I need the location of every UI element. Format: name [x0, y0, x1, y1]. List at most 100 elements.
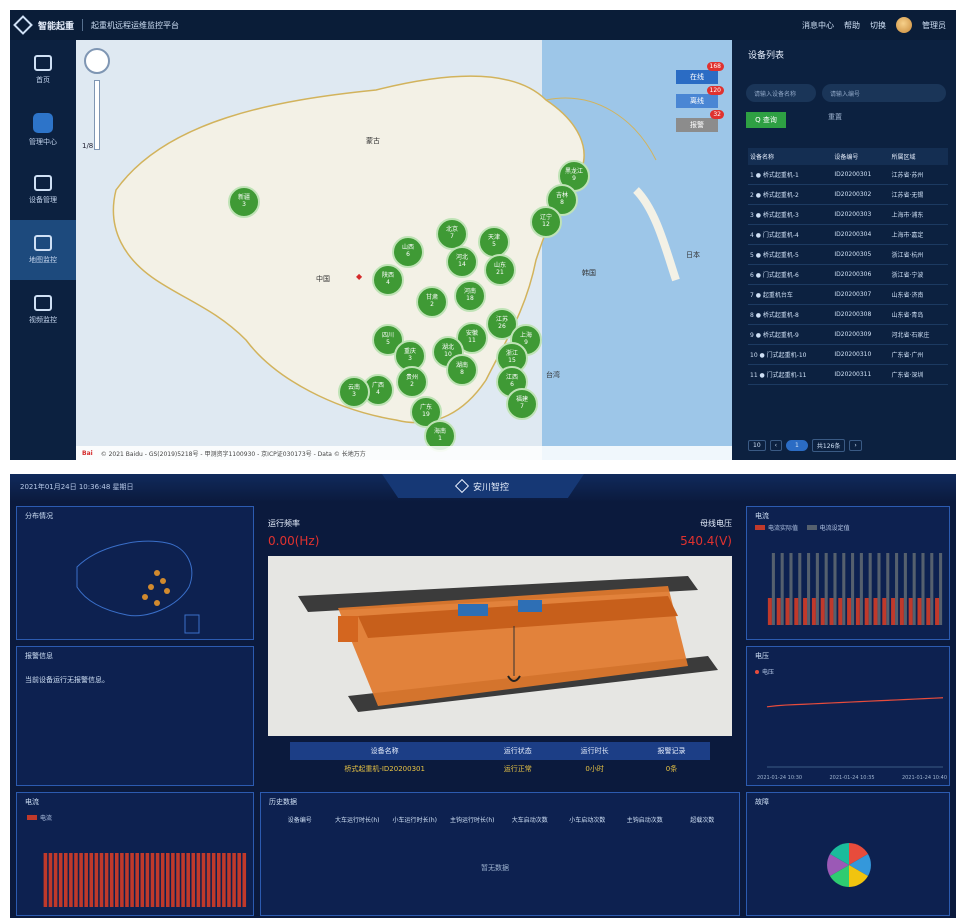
current-bar	[211, 853, 216, 907]
table-row[interactable]: 2 ● 桥式起重机-2 ID20200302 江苏省·无锡	[748, 184, 948, 205]
zoom-control[interactable]: 1/8	[82, 48, 110, 150]
camera-icon	[34, 295, 52, 311]
cluster-marker[interactable]: 山西 6	[392, 236, 424, 268]
cluster-count: 18	[466, 295, 474, 302]
prev-page-button[interactable]: ‹	[769, 440, 783, 451]
cluster-count: 5	[492, 241, 496, 248]
current-bar	[94, 853, 99, 907]
status-table: 设备名称 运行状态 运行时长 报警记录 桥式起重机-ID20200301 运行正…	[290, 742, 710, 778]
nav-item-home[interactable]: 首页	[10, 40, 76, 100]
alarm-message: 当前设备运行无报警信息。	[25, 676, 109, 684]
cluster-count: 5	[386, 339, 390, 346]
actual-bar	[776, 598, 781, 625]
cluster-marker[interactable]: 新疆 3	[228, 186, 260, 218]
legend-label: 在线	[690, 73, 704, 81]
cluster-marker[interactable]: 甘肃 2	[416, 286, 448, 318]
cluster-count: 26	[498, 323, 506, 330]
table-row[interactable]: 8 ● 桥式起重机-8 ID20200308 山东省·青岛	[748, 304, 948, 325]
next-page-button[interactable]: ›	[849, 440, 862, 451]
setpoint-bar	[780, 553, 784, 625]
nav-item-video[interactable]: 视频监控	[10, 280, 76, 340]
legend-online[interactable]: 在线 168	[676, 62, 724, 84]
nav-label: 地图监控	[29, 256, 57, 264]
system-title: 起重机远程运维监控平台	[91, 20, 180, 30]
switch-link[interactable]: 切换	[870, 20, 886, 31]
legend-offline[interactable]: 离线 120	[676, 86, 724, 108]
cluster-count: 2	[430, 301, 434, 308]
cluster-marker[interactable]: 山东 21	[484, 254, 516, 286]
nav-label: 管理中心	[29, 138, 57, 146]
table-row[interactable]: 1 ● 桥式起重机-1 ID20200301 江苏省·苏州	[748, 165, 948, 185]
setpoint-bar	[903, 553, 907, 625]
brand-name: 智能起重	[38, 21, 75, 32]
top-screen: 智能起重 起重机远程运维监控平台 消息中心 帮助 切换 管理员 首页 管理中心 …	[10, 10, 956, 460]
user-avatar[interactable]	[896, 17, 912, 33]
cluster-marker[interactable]: 湖南 8	[446, 354, 478, 386]
map-icon	[34, 235, 52, 251]
current-bar-chart	[43, 853, 247, 907]
zoom-slider[interactable]	[94, 80, 100, 150]
table-row[interactable]: 7 ● 起重机台车 ID20200307 山东省·济南	[748, 284, 948, 305]
setpoint-bar	[833, 553, 837, 625]
mini-map	[76, 540, 200, 634]
table-row[interactable]: 9 ● 桥式起重机-9 ID20200309 河北省·石家庄	[748, 324, 948, 345]
current-card: 电流 电流实际值 电流设定值	[746, 506, 950, 640]
volt-label: 母线电压	[700, 519, 732, 528]
status-value-row: 桥式起重机-ID20200301 运行正常 0小时 0条	[290, 760, 710, 778]
actual-bar	[926, 598, 931, 625]
table-cell: 10 ● 门式起重机-10	[748, 344, 833, 365]
table-row[interactable]: 11 ● 门式起重机-11 ID20200311 广东省·深圳	[748, 364, 948, 385]
table-cell: 5 ● 桥式起重机-5	[748, 244, 833, 265]
cluster-count: 11	[468, 337, 476, 344]
setpoint-bar	[842, 553, 846, 625]
table-cell: ID20200308	[832, 304, 890, 325]
setpoint-bar	[912, 553, 916, 625]
cluster-marker[interactable]: 云南 3	[338, 376, 370, 408]
help-link[interactable]: 帮助	[844, 20, 860, 31]
actual-bar	[829, 598, 834, 625]
pan-control[interactable]	[84, 48, 110, 74]
cluster-marker[interactable]: 福建 7	[506, 388, 538, 420]
page-size-select[interactable]: 10	[748, 440, 766, 451]
cluster-count: 1	[438, 435, 442, 442]
volt-x-axis: 2021-01-24 10:30 2021-01-24 10:35 2021-0…	[757, 775, 947, 781]
current-page[interactable]: 1	[786, 440, 808, 451]
current-bar	[135, 853, 139, 907]
card-title: 报警信息	[25, 652, 53, 660]
cluster-marker[interactable]: 河北 14	[446, 246, 478, 278]
legend-alarm[interactable]: 报警 32	[676, 110, 724, 132]
cluster-marker[interactable]: 河南 18	[454, 280, 486, 312]
map-copyright: © 2021 Baidu - GS(2019)5218号 - 甲测资字11009…	[100, 450, 366, 458]
actual-bar	[811, 598, 816, 625]
device-map[interactable]: 1/8 在线 168 离线 120 报警 32 中国 蒙古 日本 韩国 台湾 ◆ 新疆…	[76, 40, 732, 460]
cluster-marker[interactable]: 天津 5	[478, 226, 510, 258]
status-value: 运行正常	[503, 765, 532, 773]
user-name[interactable]: 管理员	[922, 20, 946, 31]
legend-count: 120	[706, 86, 724, 95]
location-pin-icon[interactable]: ◆	[356, 272, 362, 281]
table-row[interactable]: 5 ● 桥式起重机-5 ID20200305 浙江省·杭州	[748, 244, 948, 265]
cluster-marker[interactable]: 贵州 2	[396, 366, 428, 398]
nav-item-devices[interactable]: 设备管理	[10, 160, 76, 220]
reset-button[interactable]: 重置	[828, 112, 842, 122]
nav-label: 设备管理	[29, 196, 57, 204]
table-row[interactable]: 4 ● 门式起重机-4 ID20200304 上海市·嘉定	[748, 224, 948, 245]
message-center-link[interactable]: 消息中心	[802, 20, 834, 31]
current-bar	[64, 853, 68, 907]
cluster-marker[interactable]: 辽宁 12	[530, 206, 562, 238]
table-row[interactable]: 10 ● 门式起重机-10 ID20200310 广东省·广州	[748, 344, 948, 365]
table-row[interactable]: 3 ● 桥式起重机-3 ID20200303 上海市·浦东	[748, 204, 948, 225]
cluster-count: 3	[408, 355, 412, 362]
table-cell: ID20200310	[832, 344, 890, 365]
nav-item-admin[interactable]: 管理中心	[10, 100, 76, 160]
nav-item-map[interactable]: 地图监控	[10, 220, 76, 280]
map-label-taiwan: 台湾	[546, 371, 560, 379]
table-row[interactable]: 6 ● 门式起重机-6 ID20200306 浙江省·宁波	[748, 264, 948, 285]
device-name-input[interactable]: 请输入设备名称	[746, 84, 816, 102]
query-button[interactable]: Q 查询	[746, 112, 786, 128]
device-id-input[interactable]: 请输入编号	[822, 84, 946, 102]
cluster-count: 12	[542, 221, 550, 228]
table-cell: 4 ● 门式起重机-4	[748, 224, 833, 245]
cluster-marker[interactable]: 陕西 4	[372, 264, 404, 296]
actual-bar	[820, 598, 825, 625]
